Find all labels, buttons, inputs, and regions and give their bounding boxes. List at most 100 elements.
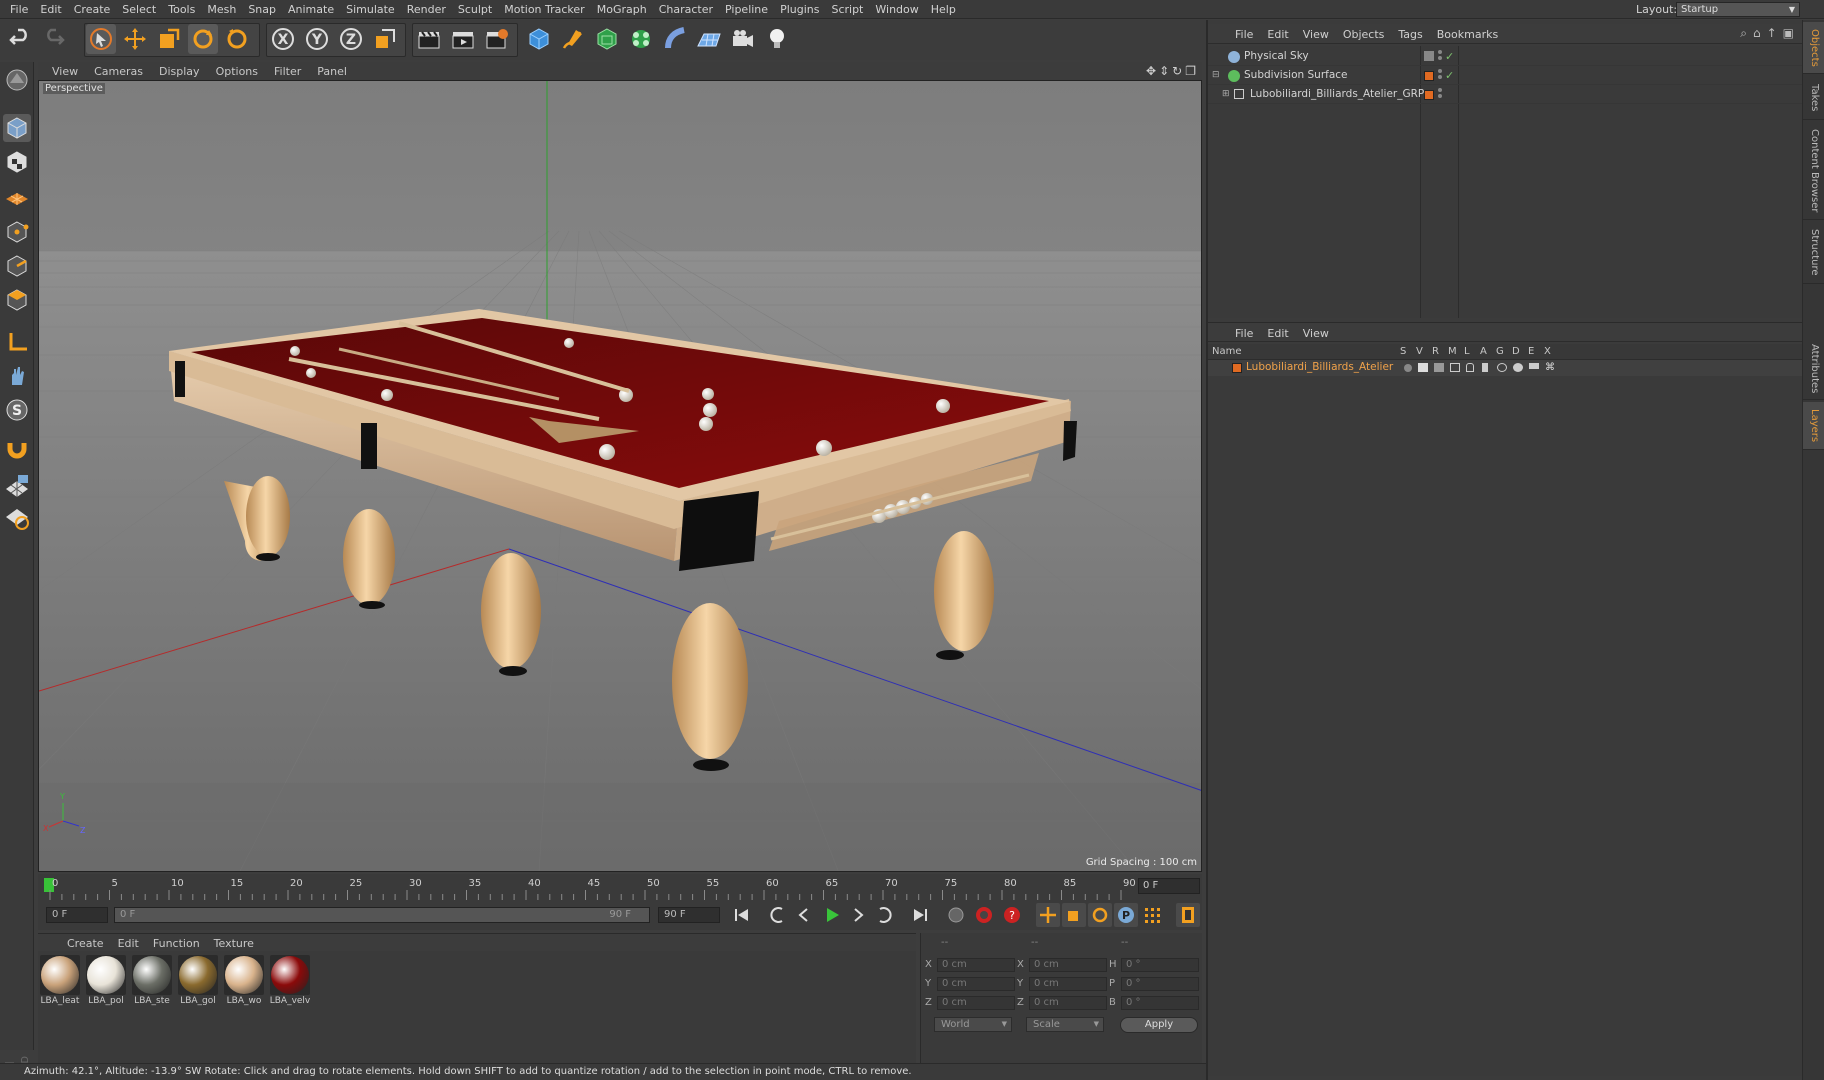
col-manager[interactable]: M xyxy=(1448,346,1457,357)
object-menu-tags[interactable]: Tags xyxy=(1391,28,1429,41)
goto-end-button[interactable] xyxy=(908,903,932,927)
visibility-dots-icon[interactable] xyxy=(1438,69,1443,81)
viewport-menu-panel[interactable]: Panel xyxy=(309,65,355,78)
layer-menu-view[interactable]: View xyxy=(1296,327,1336,340)
menu-edit[interactable]: Edit xyxy=(34,2,67,17)
tweak-mode-button[interactable] xyxy=(3,362,31,390)
menu-pipeline[interactable]: Pipeline xyxy=(719,2,774,17)
viewport-menu-display[interactable]: Display xyxy=(151,65,208,78)
rotate-tool-button[interactable] xyxy=(188,24,218,54)
material-swatch[interactable]: LBA_wo xyxy=(222,955,266,1006)
menu-character[interactable]: Character xyxy=(653,2,719,17)
key-parameter-button[interactable]: P xyxy=(1114,903,1138,927)
col-expressions[interactable]: E xyxy=(1528,346,1534,357)
z-axis-lock-button[interactable]: Z xyxy=(336,24,366,54)
col-view[interactable]: V xyxy=(1416,346,1423,357)
rotate-view-icon[interactable]: ↻ xyxy=(1172,64,1182,78)
tab-takes[interactable]: Takes xyxy=(1803,76,1824,120)
keyframe-selection-button[interactable]: ? xyxy=(1000,903,1024,927)
points-mode-button[interactable] xyxy=(3,218,31,246)
undo-button[interactable] xyxy=(6,24,36,54)
object-name[interactable]: Lubobiliardi_Billiards_Atelier_GRP xyxy=(1250,88,1424,100)
enabled-check-icon[interactable]: ✓ xyxy=(1445,50,1454,63)
menu-file[interactable]: File xyxy=(4,2,34,17)
apply-button[interactable]: Apply xyxy=(1120,1017,1198,1033)
coordinate-system-button[interactable] xyxy=(370,24,400,54)
next-key-button[interactable] xyxy=(872,903,896,927)
tab-structure[interactable]: Structure xyxy=(1803,222,1824,284)
sky-tag-icon[interactable] xyxy=(1424,51,1434,61)
rotation-p-field[interactable]: 0 ° xyxy=(1121,977,1199,991)
menu-snap[interactable]: Snap xyxy=(242,2,282,17)
layer-color-swatch[interactable] xyxy=(1232,363,1242,373)
position-x-field[interactable]: 0 cm xyxy=(937,958,1015,972)
key-pla-button[interactable] xyxy=(1140,903,1164,927)
model-mode-button[interactable] xyxy=(3,114,31,142)
object-name[interactable]: Subdivision Surface xyxy=(1244,69,1348,81)
viewport-menu-view[interactable]: View xyxy=(44,65,86,78)
3d-viewport[interactable]: Y X Z Perspective Grid Spacing : 100 cm xyxy=(38,80,1202,872)
viewport-camera-label[interactable]: Perspective xyxy=(43,83,105,94)
tab-attributes[interactable]: Attributes xyxy=(1803,338,1824,400)
layer-menu-edit[interactable]: Edit xyxy=(1260,327,1295,340)
scale-tool-button[interactable] xyxy=(154,24,184,54)
recent-tool-button[interactable] xyxy=(222,24,252,54)
toggle-layout-icon[interactable]: ❐ xyxy=(1185,64,1196,78)
viewport-menu-cameras[interactable]: Cameras xyxy=(86,65,151,78)
menu-sculpt[interactable]: Sculpt xyxy=(452,2,498,17)
coordinate-space-dropdown[interactable]: World ▼ xyxy=(934,1017,1012,1032)
record-key-button[interactable] xyxy=(944,903,968,927)
object-menu-bookmarks[interactable]: Bookmarks xyxy=(1430,28,1505,41)
material-menu-edit[interactable]: Edit xyxy=(111,937,146,950)
col-deformers[interactable]: D xyxy=(1512,346,1520,357)
manager-list-icon[interactable] xyxy=(1450,363,1460,372)
add-deformer-button[interactable] xyxy=(660,24,690,54)
material-swatch[interactable]: LBA_leat xyxy=(38,955,82,1006)
start-frame-field[interactable]: 0 F xyxy=(46,907,108,923)
expression-icon[interactable] xyxy=(1529,363,1539,369)
zoom-view-icon[interactable]: ⇕ xyxy=(1159,64,1169,78)
y-axis-lock-button[interactable]: Y xyxy=(302,24,332,54)
render-view-button[interactable] xyxy=(414,24,444,54)
add-light-button[interactable] xyxy=(762,24,792,54)
size-y-field[interactable]: 0 cm xyxy=(1029,977,1107,991)
key-rotation-button[interactable] xyxy=(1088,903,1112,927)
polygons-mode-button[interactable] xyxy=(3,286,31,314)
key-position-button[interactable] xyxy=(1036,903,1060,927)
material-menu-create[interactable]: Create xyxy=(60,937,111,950)
layout-dropdown[interactable]: Startup ▼ xyxy=(1676,2,1800,17)
material-swatch[interactable]: LBA_ste xyxy=(130,955,174,1006)
col-solo[interactable]: S xyxy=(1400,346,1406,357)
object-menu-edit[interactable]: Edit xyxy=(1260,28,1295,41)
xref-icon[interactable]: ⌘ xyxy=(1545,362,1555,373)
add-mograph-button[interactable] xyxy=(626,24,656,54)
add-spline-button[interactable] xyxy=(558,24,588,54)
object-row[interactable]: ⊟ Subdivision Surface ✓ xyxy=(1208,67,1802,85)
live-selection-button[interactable] xyxy=(86,24,116,54)
edges-mode-button[interactable] xyxy=(3,252,31,280)
layer-name[interactable]: Lubobiliardi_Billiards_Atelier xyxy=(1246,361,1393,373)
rotation-b-field[interactable]: 0 ° xyxy=(1121,996,1199,1010)
menu-motion-tracker[interactable]: Motion Tracker xyxy=(498,2,590,17)
timeline-window-button[interactable] xyxy=(1176,903,1200,927)
enabled-check-icon[interactable]: ✓ xyxy=(1445,69,1454,82)
prev-frame-button[interactable] xyxy=(792,903,816,927)
col-locked[interactable]: L xyxy=(1464,346,1470,357)
visibility-dots-icon[interactable] xyxy=(1438,88,1443,100)
play-button[interactable] xyxy=(820,903,844,927)
col-animation[interactable]: A xyxy=(1480,346,1487,357)
add-environment-button[interactable] xyxy=(694,24,724,54)
render-picture-viewer-button[interactable] xyxy=(448,24,478,54)
material-menu-function[interactable]: Function xyxy=(146,937,207,950)
snapping-button[interactable]: S xyxy=(3,396,31,424)
magnet-button[interactable] xyxy=(3,434,31,462)
viewport-menu-options[interactable]: Options xyxy=(208,65,266,78)
material-swatch[interactable]: LBA_pol xyxy=(84,955,128,1006)
planar-workplane-button[interactable] xyxy=(3,504,31,532)
viewport-menu-filter[interactable]: Filter xyxy=(266,65,309,78)
object-name[interactable]: Physical Sky xyxy=(1244,50,1309,62)
col-name[interactable]: Name xyxy=(1212,346,1242,357)
position-y-field[interactable]: 0 cm xyxy=(937,977,1015,991)
layer-color-tag[interactable] xyxy=(1424,71,1434,81)
menu-window[interactable]: Window xyxy=(869,2,924,17)
